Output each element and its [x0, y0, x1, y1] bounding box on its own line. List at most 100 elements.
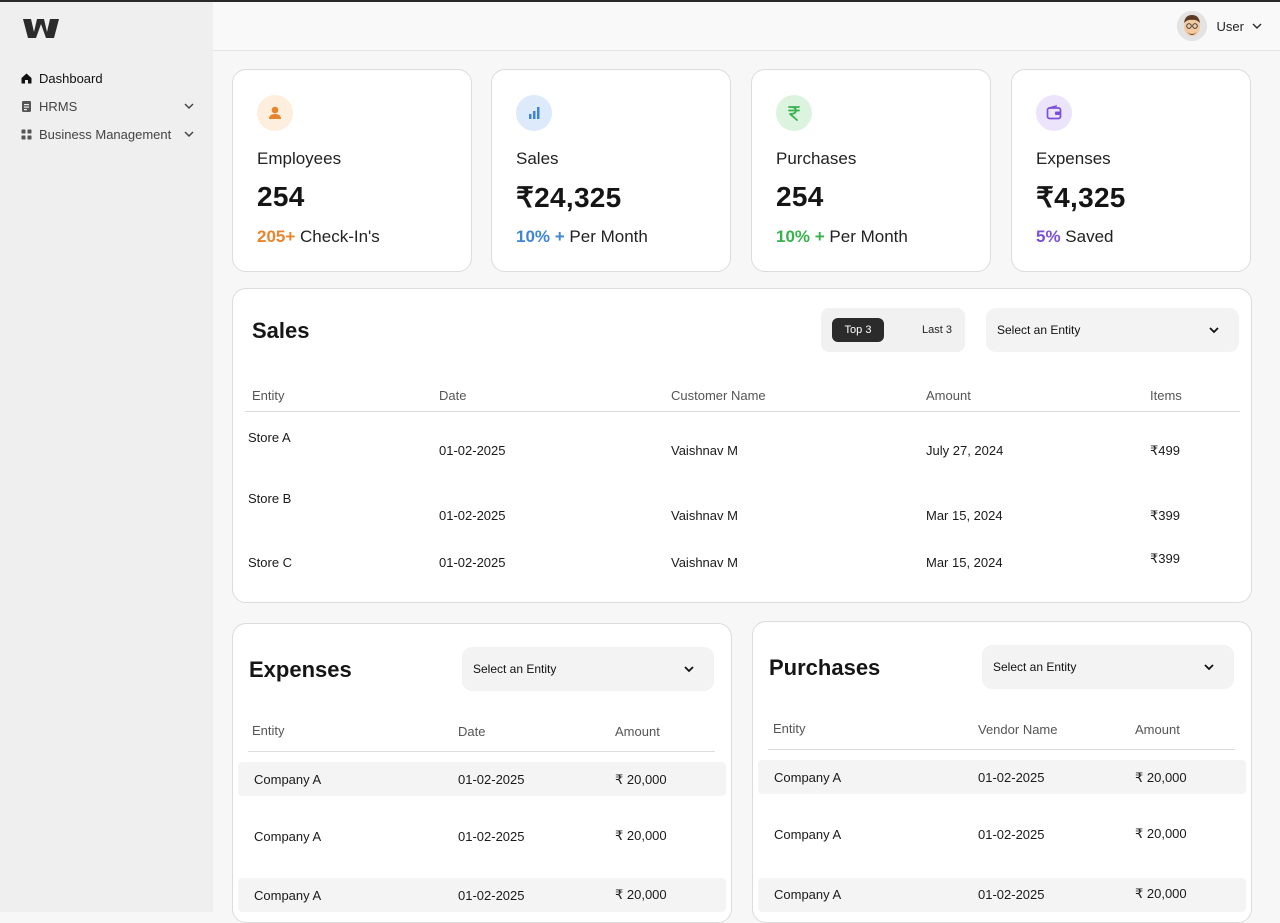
column-header-entity: Entity — [252, 723, 285, 738]
header-divider — [768, 749, 1235, 750]
sidebar-item-label: HRMS — [39, 98, 78, 114]
table-cell-entity: Company A — [774, 770, 842, 785]
table-cell-entity: Company A — [254, 829, 322, 844]
stat-highlight: 10% + — [516, 227, 565, 246]
table-cell-vendor: 01-02-2025 — [978, 770, 1045, 785]
home-icon — [20, 72, 33, 85]
stat-title: Employees — [257, 149, 342, 168]
stat-suffix: Per Month — [824, 227, 908, 246]
top-last-toggle: Top 3 Last 3 — [821, 308, 965, 352]
user-menu[interactable]: User — [1176, 11, 1263, 41]
column-header-date: Date — [458, 724, 486, 739]
stat-suffix: Check-In's — [295, 227, 380, 246]
select-value: Select an Entity — [997, 323, 1081, 337]
stat-suffix: Per Month — [564, 227, 648, 246]
select-value: Select an Entity — [993, 660, 1077, 674]
stat-suffix: Saved — [1060, 227, 1114, 246]
person-icon — [257, 95, 293, 131]
sales-title: Sales — [252, 318, 310, 343]
column-header-amount: Amount — [615, 724, 660, 739]
stat-title: Sales — [516, 149, 559, 168]
table-cell-date: 01-02-2025 — [458, 772, 525, 787]
header-divider — [245, 411, 1240, 412]
header-divider — [248, 751, 715, 752]
table-cell-entity: Company A — [254, 772, 322, 787]
chevron-down-icon[interactable] — [183, 128, 195, 140]
wallet-icon — [1036, 95, 1072, 131]
table-cell-entity: Company A — [774, 827, 842, 842]
purchases-title: Purchases — [769, 655, 881, 680]
table-cell-amount: ₹ 20,000 — [615, 828, 667, 843]
table-cell-amount: Mar 15, 2024 — [926, 508, 1003, 523]
stat-footnote: 5% Saved — [1036, 227, 1114, 247]
table-cell-entity: Company A — [774, 887, 842, 902]
column-header-amount: Amount — [1135, 722, 1180, 737]
chevron-down-icon[interactable] — [183, 100, 195, 112]
toggle-top-3[interactable]: Top 3 — [832, 318, 884, 342]
table-cell-date: 01-02-2025 — [439, 508, 506, 523]
expenses-card: Expenses Select an Entity Entity Date Am… — [232, 623, 732, 923]
chevron-down-icon — [682, 662, 696, 676]
table-cell-amount: Mar 15, 2024 — [926, 555, 1003, 570]
select-value: Select an Entity — [473, 662, 557, 676]
avatar — [1176, 11, 1207, 41]
stat-title: Expenses — [1036, 149, 1111, 168]
table-cell-items: ₹399 — [1150, 551, 1180, 566]
table-cell-amount: ₹ 20,000 — [615, 887, 667, 902]
table-cell-entity: Store B — [248, 491, 292, 506]
table-cell-items: ₹499 — [1150, 443, 1180, 458]
table-cell-entity: Store A — [248, 430, 291, 445]
stat-highlight: 5% — [1036, 227, 1061, 246]
stat-value: 254 — [776, 181, 824, 212]
stat-footnote: 205+ Check-In's — [257, 227, 380, 247]
stat-card-employees: Employees 254 205+ Check-In's — [232, 69, 472, 272]
stat-title: Purchases — [776, 149, 857, 168]
logo-icon — [23, 19, 59, 38]
table-cell-amount: July 27, 2024 — [926, 443, 1004, 458]
table-cell-items: ₹399 — [1150, 508, 1180, 523]
table-cell-vendor: 01-02-2025 — [978, 887, 1045, 902]
stat-footnote: 10% + Per Month — [516, 227, 648, 247]
stat-value: 254 — [257, 181, 305, 212]
sidebar: Dashboard HRMS Business Management — [0, 2, 213, 912]
table-cell-customer: Vaishnav M — [671, 555, 738, 570]
table-cell-amount: ₹ 20,000 — [1135, 886, 1187, 901]
stat-value: ₹4,325 — [1036, 182, 1126, 213]
chevron-down-icon — [1207, 323, 1221, 337]
chevron-down-icon — [1202, 660, 1216, 674]
top-header: User — [213, 2, 1280, 51]
table-cell-date: 01-02-2025 — [439, 555, 506, 570]
sidebar-item-business-management[interactable]: Business Management — [0, 120, 213, 148]
sales-card: Sales Top 3 Last 3 Select an Entity Enti… — [232, 288, 1252, 603]
stat-card-sales: Sales ₹24,325 10% + Per Month — [491, 69, 731, 272]
stat-card-expenses: Expenses ₹4,325 5% Saved — [1011, 69, 1251, 272]
sales-entity-select[interactable]: Select an Entity — [986, 308, 1239, 352]
table-cell-customer: Vaishnav M — [671, 443, 738, 458]
purchases-entity-select[interactable]: Select an Entity — [982, 645, 1234, 689]
table-cell-date: 01-02-2025 — [458, 888, 525, 903]
toggle-last-3[interactable]: Last 3 — [909, 318, 965, 342]
rupee-icon — [776, 95, 812, 131]
sidebar-item-hrms[interactable]: HRMS — [0, 92, 213, 120]
document-icon — [20, 100, 33, 113]
table-cell-customer: Vaishnav M — [671, 508, 738, 523]
table-cell-date: 01-02-2025 — [458, 829, 525, 844]
table-cell-entity: Store C — [248, 555, 293, 570]
table-cell-amount: ₹ 20,000 — [615, 772, 667, 787]
expenses-title: Expenses — [249, 657, 352, 682]
grid-icon — [20, 128, 33, 141]
brand-logo[interactable] — [22, 16, 60, 40]
column-header-entity: Entity — [773, 721, 806, 736]
column-header-customer-name: Customer Name — [671, 388, 766, 403]
bar-chart-icon — [516, 95, 552, 131]
column-header-vendor-name: Vendor Name — [978, 722, 1058, 737]
column-header-items: Items — [1150, 388, 1182, 403]
chevron-down-icon — [1251, 20, 1263, 32]
column-header-entity: Entity — [252, 388, 285, 403]
table-cell-amount: ₹ 20,000 — [1135, 826, 1187, 841]
column-header-amount: Amount — [926, 388, 971, 403]
table-cell-amount: ₹ 20,000 — [1135, 770, 1187, 785]
sidebar-item-dashboard[interactable]: Dashboard — [0, 64, 213, 92]
purchases-card: Purchases Select an Entity Entity Vendor… — [752, 621, 1252, 923]
expenses-entity-select[interactable]: Select an Entity — [462, 647, 714, 691]
